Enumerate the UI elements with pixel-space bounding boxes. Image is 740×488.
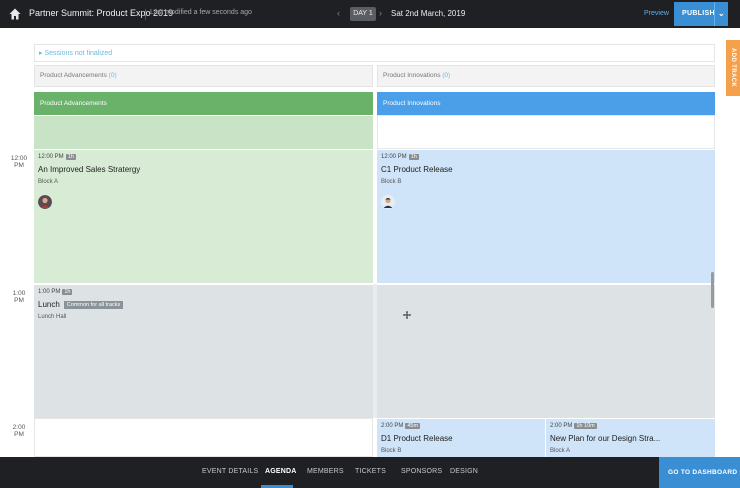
session-time: 2:00 PM 1h 10m [550,423,597,429]
empty-slot[interactable] [34,418,373,457]
nav-event-details[interactable]: EVENT DETAILS [202,468,258,475]
track-bar-innovations: Product Innovations [377,92,715,115]
track-count: (0) [108,72,117,79]
session-location: Block B [381,179,402,185]
duration-badge: 1h [62,289,73,295]
duration-badge: 1h 10m [574,423,597,429]
dashboard-label: GO TO DASHBOARD [668,469,738,476]
time-hour: 2:00 [12,424,26,431]
session-time: 12:00 PM 1h [38,154,76,160]
common-badge: Common for all tracks [63,301,124,309]
session-title-text: Lunch [38,300,60,309]
session-title: Lunch Common for all tracks [38,300,124,309]
session-title: C1 Product Release [381,165,453,174]
top-bar: Partner Summit: Product Expo 2019 Last m… [0,0,740,28]
go-to-dashboard-button[interactable]: GO TO DASHBOARD › [659,457,740,488]
session-time-text: 12:00 PM [38,154,64,160]
session-time-text: 1:00 PM [38,289,61,295]
day-date: Sat 2nd March, 2019 [391,9,466,18]
chevron-right-icon[interactable]: › [379,8,382,18]
time-label-1pm: 1:00 PM [8,290,30,304]
session-time-text: 2:00 PM [381,423,404,429]
track-name: Product Innovations [383,72,441,79]
nav-sponsors[interactable]: SPONSORS [401,468,442,475]
chevron-down-icon[interactable]: ⌄ [714,2,728,26]
time-ampm: PM [14,162,24,169]
track-divider [373,284,377,418]
session-card[interactable]: 12:00 PM 1h C1 Product Release Block B [377,149,715,283]
sessions-not-finalized[interactable]: ▸ Sessions not finalized [34,44,715,62]
session-time-text: 12:00 PM [381,154,407,160]
title-divider [145,9,146,20]
session-location: Block A [38,179,59,185]
last-modified-text: Last modified a few seconds ago [150,9,252,16]
session-card[interactable]: 2:00 PM 45m D1 Product Release Block B [377,418,545,457]
nav-design[interactable]: DESIGN [450,468,478,475]
time-label-2pm: 2:00 PM [8,424,30,438]
publish-button[interactable]: PUBLISH ⌄ [674,2,728,26]
duration-badge: 45m [405,423,421,429]
duration-badge: 1h [65,154,76,160]
session-location: Block A [550,448,571,454]
session-title: An Improved Sales Stratergy [38,165,141,174]
time-label-12pm: 12:00 PM [8,155,30,169]
not-finalized-row: ▸ Sessions not finalized [39,50,113,57]
track-bar-advancements: Product Advancements [34,92,373,115]
empty-slot[interactable] [34,115,373,149]
empty-slot[interactable] [377,115,715,149]
session-location: Block B [381,448,402,454]
avatar [38,195,52,209]
day-selector[interactable]: DAY 1 [350,7,376,21]
session-location: Lunch Hall [38,314,67,320]
duration-badge: 1h [408,154,419,160]
move-cursor-icon [403,311,411,319]
track-count: (0) [442,72,451,79]
bottom-nav: EVENT DETAILS AGENDA MEMBERS TICKETS SPO… [0,457,740,488]
session-title: D1 Product Release [381,434,453,443]
preview-link[interactable]: Preview [644,10,669,17]
session-card[interactable]: 2:00 PM 1h 10m New Plan for our Design St… [546,418,715,457]
not-finalized-label: Sessions not finalized [44,50,113,57]
add-track-button[interactable]: ADD TRACK [726,40,740,96]
session-card[interactable]: 12:00 PM 1h An Improved Sales Stratergy B… [34,149,373,283]
nav-tickets[interactable]: TICKETS [355,468,386,475]
chevron-left-icon[interactable]: ‹ [337,8,340,18]
session-time: 1:00 PM 1h [38,289,73,295]
session-time-text: 2:00 PM [550,423,573,429]
agenda-app: Partner Summit: Product Expo 2019 Last m… [0,0,740,488]
avatar [381,195,395,209]
time-ampm: PM [14,297,24,304]
track-name: Product Advancements [40,72,107,79]
home-icon[interactable] [8,7,22,21]
track-header-advancements[interactable]: Product Advancements (0) [34,65,373,87]
session-time: 2:00 PM 45m [381,423,421,429]
time-hour: 12:00 [10,155,28,162]
nav-members[interactable]: MEMBERS [307,468,344,475]
nav-agenda[interactable]: AGENDA [265,468,297,475]
time-hour: 1:00 [12,290,26,297]
session-time: 12:00 PM 1h [381,154,419,160]
session-title: New Plan for our Design Stra... [550,434,661,443]
track-header-innovations[interactable]: Product Innovations (0) [377,65,715,87]
scrollbar[interactable] [711,272,714,308]
time-ampm: PM [14,431,24,438]
publish-label: PUBLISH [682,10,715,17]
